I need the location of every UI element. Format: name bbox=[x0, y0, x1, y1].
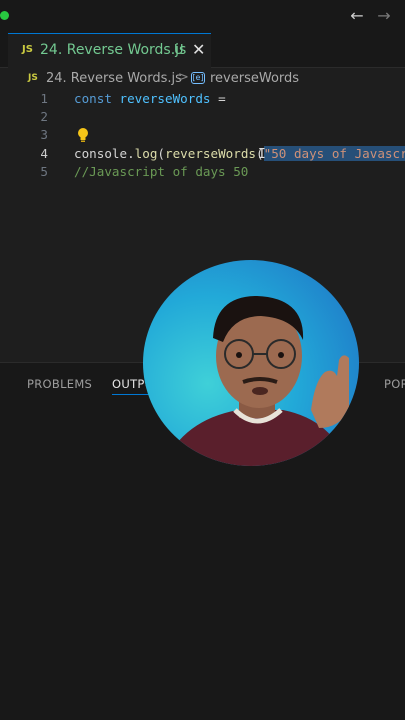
code-line[interactable]: 1 const reverseWords = bbox=[0, 90, 405, 109]
code-line[interactable]: 3 bbox=[0, 126, 405, 145]
variable-icon: [e] bbox=[191, 72, 205, 84]
untracked-status-badge: U bbox=[174, 43, 184, 58]
operator-token: = bbox=[218, 91, 226, 106]
breadcrumb: JS 24. Reverse Words.js > [e] reverseWor… bbox=[0, 68, 405, 90]
code-line[interactable]: 4 console.log(reverseWords("50 days of J… bbox=[0, 145, 405, 164]
line-number: 2 bbox=[40, 109, 48, 124]
code-text[interactable]: console.log(reverseWords("50 days of Jav… bbox=[74, 146, 405, 161]
arrow-right-icon[interactable]: → bbox=[374, 6, 394, 26]
javascript-file-icon: JS bbox=[22, 44, 33, 55]
lightbulb-icon[interactable] bbox=[76, 126, 90, 144]
editor-tab-bar: JS 24. Reverse Words.js U ✕ bbox=[0, 33, 405, 68]
object-token: console bbox=[74, 146, 128, 161]
punctuation-token: ( bbox=[157, 146, 166, 161]
tab-problems[interactable]: PROBLEMS bbox=[27, 377, 92, 391]
chevron-right-icon: > bbox=[178, 70, 189, 85]
code-text[interactable]: const reverseWords = bbox=[74, 91, 226, 106]
line-number: 3 bbox=[40, 127, 48, 142]
breadcrumb-symbol[interactable]: reverseWords bbox=[210, 71, 299, 86]
selected-string-token[interactable]: "50 days of Javascript" bbox=[263, 146, 405, 161]
code-line[interactable]: 5 //Javascript of days 50 bbox=[0, 163, 405, 182]
editor-tab-reverse-words[interactable]: JS 24. Reverse Words.js U ✕ bbox=[8, 33, 211, 68]
method-token: log bbox=[134, 146, 158, 161]
tab-label: 24. Reverse Words.js bbox=[40, 42, 187, 58]
text-cursor-icon: I bbox=[258, 147, 266, 162]
line-number: 5 bbox=[40, 164, 48, 179]
window-close-dot[interactable] bbox=[0, 11, 9, 20]
webcam-overlay bbox=[143, 260, 359, 466]
punctuation-token: . bbox=[127, 146, 135, 161]
breadcrumb-file[interactable]: 24. Reverse Words.js bbox=[46, 71, 182, 86]
code-line[interactable]: 2 bbox=[0, 108, 405, 127]
javascript-file-icon: JS bbox=[28, 73, 38, 83]
variable-token: reverseWords bbox=[119, 91, 211, 106]
tab-ports[interactable]: PORTS bbox=[384, 377, 405, 391]
keyword-token: const bbox=[74, 91, 112, 106]
arrow-left-icon[interactable]: ← bbox=[347, 6, 367, 26]
comment-token: //Javascript of days 50 bbox=[74, 164, 249, 179]
title-bar: ← → bbox=[0, 0, 405, 33]
line-number: 4 bbox=[40, 146, 48, 161]
line-number: 1 bbox=[40, 91, 48, 106]
close-icon[interactable]: ✕ bbox=[192, 40, 205, 59]
presenter-portrait-icon bbox=[163, 296, 349, 466]
function-token: reverseWords bbox=[165, 146, 257, 161]
